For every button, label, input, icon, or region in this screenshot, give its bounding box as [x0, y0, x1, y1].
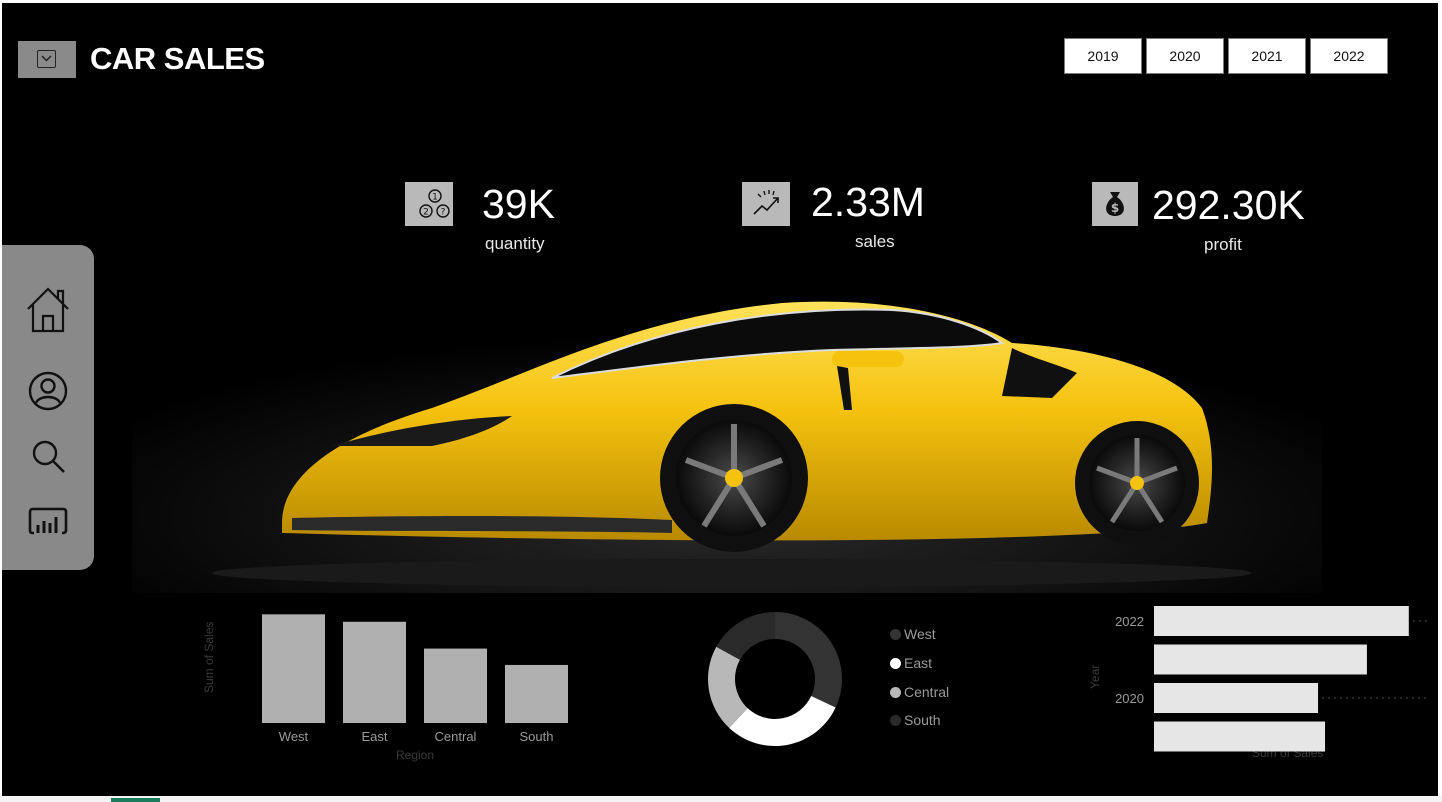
menu-toggle-button[interactable]	[18, 41, 76, 78]
legend-dot	[890, 628, 901, 640]
profit-label: profit	[1204, 235, 1242, 254]
home-icon[interactable]	[22, 283, 74, 335]
trend-up-icon	[742, 182, 790, 226]
tick-label: 2022	[1115, 614, 1144, 629]
legend-item-south[interactable]: South	[890, 712, 941, 728]
tick-label: South	[520, 729, 554, 744]
sales-label: sales	[855, 232, 895, 251]
sales-by-region-chart: West East Central South	[262, 614, 568, 744]
quantity-label: quantity	[485, 234, 545, 253]
sidebar-nav	[2, 245, 94, 570]
profit-value: 292.30K	[1152, 182, 1305, 228]
hbar-chart-ylabel: Year	[1088, 664, 1102, 689]
hbar-2022[interactable]	[1154, 606, 1409, 636]
report-icon[interactable]	[22, 495, 74, 547]
svg-text:2: 2	[423, 208, 429, 218]
tick-label: West	[279, 729, 309, 744]
year-slicer: 2019 2020 2021 2022	[1064, 38, 1388, 74]
sales-by-year-chart: 2022 2020	[1115, 606, 1428, 752]
legend-label: West	[904, 626, 936, 642]
money-bag-icon: $	[1092, 182, 1138, 226]
svg-text:1: 1	[432, 193, 438, 203]
legend-dot	[890, 686, 901, 698]
bar-west[interactable]	[262, 614, 325, 723]
tick-label: 2020	[1115, 691, 1144, 706]
legend-item-central[interactable]: Central	[890, 684, 949, 700]
year-button-2020[interactable]: 2020	[1146, 38, 1224, 74]
legend-label: Central	[904, 684, 950, 700]
coins-icon: 1 2 ?	[405, 182, 453, 226]
quantity-value: 39K	[482, 181, 555, 227]
hbar-2019[interactable]	[1154, 721, 1326, 752]
page-title: CAR SALES	[90, 41, 265, 76]
chevron-down-icon	[37, 50, 56, 68]
bar-east[interactable]	[343, 621, 406, 723]
car-image	[132, 288, 1322, 593]
page-tab[interactable]	[111, 798, 160, 802]
tick-label: East	[361, 729, 387, 744]
bar-south[interactable]	[505, 664, 568, 723]
report-canvas: CAR SALES 2019 2020 2021 2022 1 2 ? 39K …	[2, 3, 1438, 796]
slice-east[interactable]	[729, 696, 836, 746]
bar-chart-ylabel: Sum of Sales	[202, 621, 216, 693]
svg-text:?: ?	[441, 208, 446, 218]
slice-west[interactable]	[775, 612, 842, 708]
legend-label: East	[904, 655, 933, 671]
status-strip	[0, 796, 1442, 802]
year-button-2022[interactable]: 2022	[1310, 38, 1388, 74]
legend-item-west[interactable]: West	[890, 626, 936, 642]
hbar-2021[interactable]	[1154, 644, 1367, 675]
legend-dot	[890, 657, 901, 669]
legend-label: South	[904, 712, 941, 728]
user-icon[interactable]	[22, 365, 74, 417]
svg-text:$: $	[1111, 201, 1119, 215]
hbar-2020[interactable]	[1154, 683, 1319, 713]
sales-value: 2.33M	[811, 179, 925, 225]
bar-central[interactable]	[424, 648, 487, 723]
legend-dot	[890, 714, 901, 726]
year-button-2019[interactable]: 2019	[1064, 38, 1142, 74]
legend-item-east[interactable]: East	[890, 655, 932, 671]
search-icon[interactable]	[22, 430, 74, 482]
sales-share-donut	[708, 612, 842, 746]
tick-label: Central	[435, 729, 477, 744]
year-button-2021[interactable]: 2021	[1228, 38, 1306, 74]
